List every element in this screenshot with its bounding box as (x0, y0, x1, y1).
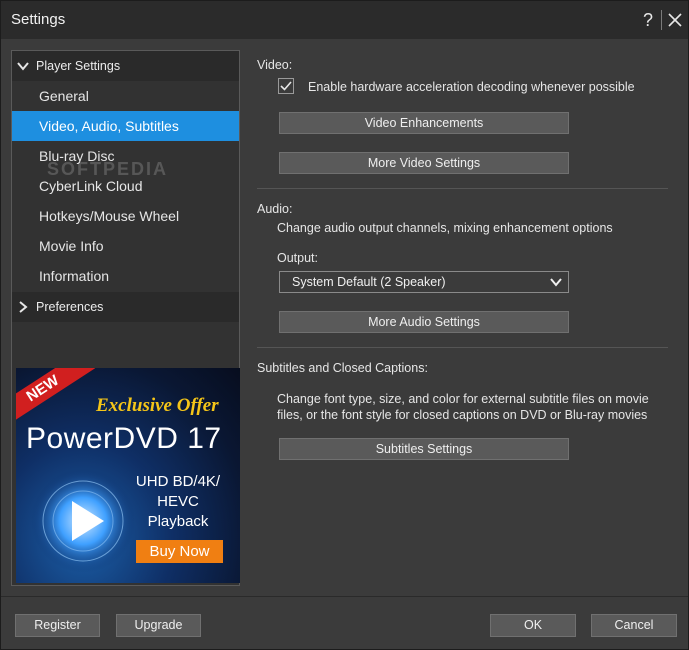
check-icon (280, 81, 292, 91)
hw-accel-checkbox[interactable] (278, 78, 294, 94)
nav-group-player-settings[interactable]: Player Settings (12, 51, 239, 81)
nav-group-label: Preferences (36, 300, 104, 314)
chevron-right-icon (19, 301, 28, 313)
desc-line: Playback (147, 513, 209, 530)
nav-item-label: Movie Info (39, 238, 104, 254)
nav-item-label: Information (39, 268, 110, 284)
ok-button[interactable]: OK (490, 614, 576, 637)
close-button[interactable] (665, 9, 685, 31)
section-divider (257, 188, 668, 189)
nav-item-hotkeys[interactable]: Hotkeys/Mouse Wheel (12, 201, 239, 231)
product-description: UHD BD/4K/ HEVC Playback (128, 472, 228, 532)
nav-item-label: Hotkeys/Mouse Wheel (39, 208, 180, 224)
chevron-down-icon (550, 278, 562, 287)
help-button[interactable]: ? (637, 8, 659, 32)
audio-description: Change audio output channels, mixing enh… (277, 221, 613, 235)
subtitles-settings-button[interactable]: Subtitles Settings (279, 438, 569, 460)
audio-output-select[interactable]: System Default (2 Speaker) (279, 271, 569, 293)
settings-nav: Player Settings General Video, Audio, Su… (11, 50, 240, 586)
nav-group-preferences[interactable]: Preferences (12, 292, 239, 322)
settings-window: Settings ? Player Settings General Video… (0, 0, 689, 650)
nav-item-video-audio-subtitles[interactable]: Video, Audio, Subtitles (12, 111, 239, 141)
output-label: Output: (277, 251, 318, 265)
footer-separator (1, 596, 688, 597)
new-ribbon: NEW (16, 368, 96, 429)
title-separator (661, 10, 662, 30)
subtitles-description-line1: Change font type, size, and color for ex… (277, 392, 649, 406)
register-button[interactable]: Register (15, 614, 100, 637)
more-audio-settings-button[interactable]: More Audio Settings (279, 311, 569, 333)
nav-item-label: Blu-ray Disc (39, 148, 115, 164)
video-enhancements-button[interactable]: Video Enhancements (279, 112, 569, 134)
nav-item-movie-info[interactable]: Movie Info (12, 231, 239, 261)
offer-text: Exclusive Offer (96, 395, 219, 416)
help-icon: ? (642, 10, 653, 30)
chevron-down-icon (17, 62, 29, 71)
product-name: PowerDVD 17 (26, 422, 222, 455)
title-bar: Settings ? (1, 1, 688, 39)
section-divider (257, 347, 668, 348)
audio-heading: Audio: (257, 202, 293, 216)
nav-item-information[interactable]: Information (12, 261, 239, 291)
video-heading: Video: (257, 58, 293, 72)
nav-group-label: Player Settings (36, 59, 121, 73)
nav-item-label: General (39, 88, 89, 104)
audio-output-value: System Default (2 Speaker) (292, 275, 446, 289)
close-icon (668, 13, 682, 27)
nav-item-label: CyberLink Cloud (39, 178, 143, 194)
cancel-button[interactable]: Cancel (591, 614, 677, 637)
subtitles-heading: Subtitles and Closed Captions: (257, 361, 428, 375)
nav-item-label: Video, Audio, Subtitles (39, 118, 179, 134)
nav-item-general[interactable]: General (12, 81, 239, 111)
hw-accel-label: Enable hardware acceleration decoding wh… (308, 80, 635, 94)
nav-item-bluray-disc[interactable]: Blu-ray Disc (12, 141, 239, 171)
window-title: Settings (11, 11, 66, 28)
upgrade-button[interactable]: Upgrade (116, 614, 201, 637)
more-video-settings-button[interactable]: More Video Settings (279, 152, 569, 174)
promo-banner[interactable]: NEW Exclusive Offer PowerDVD 17 UHD BD/4… (16, 368, 240, 583)
subtitles-description-line2: files, or the font style for closed capt… (277, 408, 648, 422)
play-disc-icon (31, 469, 135, 573)
buy-now-button[interactable]: Buy Now (136, 540, 223, 563)
desc-line: UHD BD/4K/ (135, 473, 221, 490)
nav-item-cyberlink-cloud[interactable]: CyberLink Cloud (12, 171, 239, 201)
desc-line: HEVC (157, 493, 199, 510)
